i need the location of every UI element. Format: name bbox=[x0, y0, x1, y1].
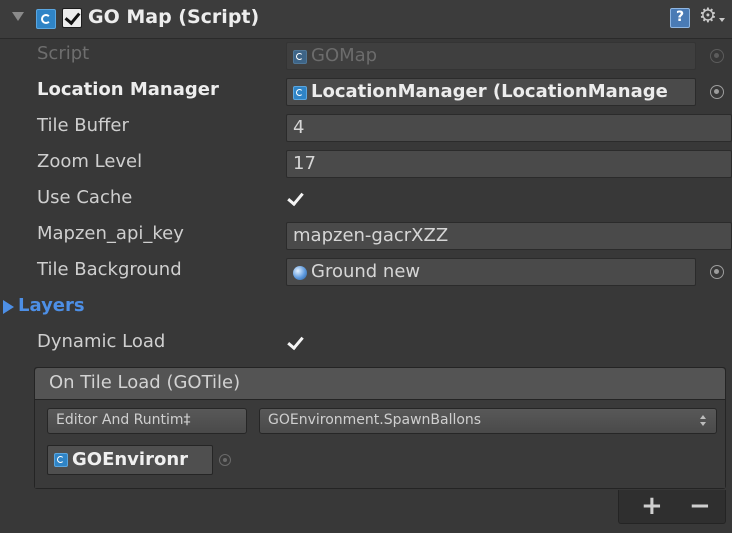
row-api-key: Mapzen_api_key mapzen-gacrXZZ bbox=[0, 219, 732, 253]
tile-background-label: Tile Background bbox=[37, 259, 182, 280]
api-key-label: Mapzen_api_key bbox=[37, 223, 184, 244]
foldout-arrow-icon[interactable] bbox=[12, 12, 24, 21]
api-key-input[interactable]: mapzen-gacrXZZ bbox=[286, 222, 732, 250]
call-state-dropdown[interactable]: Editor And Runtim‡ bbox=[47, 408, 247, 434]
csharp-script-icon bbox=[36, 9, 56, 29]
component-title: GO Map (Script) bbox=[88, 6, 260, 28]
location-manager-field[interactable]: LocationManager (LocationManage bbox=[286, 78, 696, 106]
call-state-value: Editor And Runtim‡ bbox=[56, 412, 191, 428]
row-layers[interactable]: Layers bbox=[0, 291, 732, 325]
remove-listener-button[interactable]: − bbox=[689, 493, 711, 519]
function-value: GOEnvironment.SpawnBallons bbox=[268, 412, 482, 428]
layers-label[interactable]: Layers bbox=[18, 295, 85, 316]
row-tile-background: Tile Background Ground new bbox=[0, 255, 732, 289]
dynamic-load-checkbox[interactable] bbox=[286, 334, 306, 354]
target-picker-icon[interactable] bbox=[219, 454, 231, 466]
tile-background-picker-icon[interactable] bbox=[710, 265, 724, 279]
target-row-background bbox=[241, 445, 725, 475]
event-header: On Tile Load (GOTile) bbox=[35, 368, 725, 400]
event-footer: + − bbox=[618, 490, 726, 524]
location-manager-object-icon bbox=[293, 86, 307, 100]
zoom-level-value: 17 bbox=[293, 153, 316, 174]
zoom-level-label: Zoom Level bbox=[37, 151, 143, 172]
tile-buffer-label: Tile Buffer bbox=[37, 115, 129, 136]
zoom-level-input[interactable]: 17 bbox=[286, 150, 732, 178]
gear-dropdown-caret-icon bbox=[719, 18, 725, 22]
dropdown-arrows-icon bbox=[700, 413, 708, 429]
tile-background-value: Ground new bbox=[311, 261, 421, 282]
component-header[interactable]: GO Map (Script) ⚙ bbox=[0, 0, 732, 39]
help-icon[interactable] bbox=[670, 8, 690, 28]
row-script: Script GOMap bbox=[0, 39, 732, 73]
gear-icon[interactable]: ⚙ bbox=[699, 5, 717, 25]
add-listener-button[interactable]: + bbox=[641, 493, 663, 519]
script-field[interactable]: GOMap bbox=[286, 42, 696, 70]
tile-background-field[interactable]: Ground new bbox=[286, 258, 696, 286]
event-target-value: GOEnvironr bbox=[72, 449, 189, 470]
use-cache-checkbox[interactable] bbox=[286, 190, 306, 210]
script-asset-icon bbox=[293, 50, 307, 64]
event-title: On Tile Load (GOTile) bbox=[49, 372, 241, 393]
use-cache-label: Use Cache bbox=[37, 187, 133, 208]
row-location-manager: Location Manager LocationManager (Locati… bbox=[0, 75, 732, 109]
row-tile-buffer: Tile Buffer 4 bbox=[0, 111, 732, 145]
material-sphere-icon bbox=[293, 266, 307, 280]
row-zoom-level: Zoom Level 17 bbox=[0, 147, 732, 181]
script-value: GOMap bbox=[311, 45, 378, 66]
layers-foldout-arrow-icon[interactable] bbox=[3, 300, 14, 314]
location-manager-value: LocationManager (LocationManage bbox=[311, 81, 668, 102]
script-object-picker-icon bbox=[710, 49, 724, 63]
on-tile-load-event: On Tile Load (GOTile) Editor And Runtim‡… bbox=[34, 367, 726, 489]
tile-buffer-input[interactable]: 4 bbox=[286, 114, 732, 142]
component-enabled-checkbox[interactable] bbox=[62, 8, 82, 28]
row-use-cache: Use Cache bbox=[0, 183, 732, 217]
function-dropdown[interactable]: GOEnvironment.SpawnBallons bbox=[259, 408, 717, 434]
dynamic-load-label: Dynamic Load bbox=[37, 331, 166, 352]
inspector-panel: GO Map (Script) ⚙ Script GOMap Location … bbox=[0, 0, 732, 533]
script-label: Script bbox=[37, 43, 90, 64]
target-object-icon bbox=[54, 453, 68, 467]
api-key-value: mapzen-gacrXZZ bbox=[293, 225, 449, 246]
location-manager-picker-icon[interactable] bbox=[710, 85, 724, 99]
event-target-field[interactable]: GOEnvironr bbox=[47, 445, 213, 475]
location-manager-label: Location Manager bbox=[37, 79, 219, 100]
tile-buffer-value: 4 bbox=[293, 117, 305, 138]
row-dynamic-load: Dynamic Load bbox=[0, 327, 732, 361]
